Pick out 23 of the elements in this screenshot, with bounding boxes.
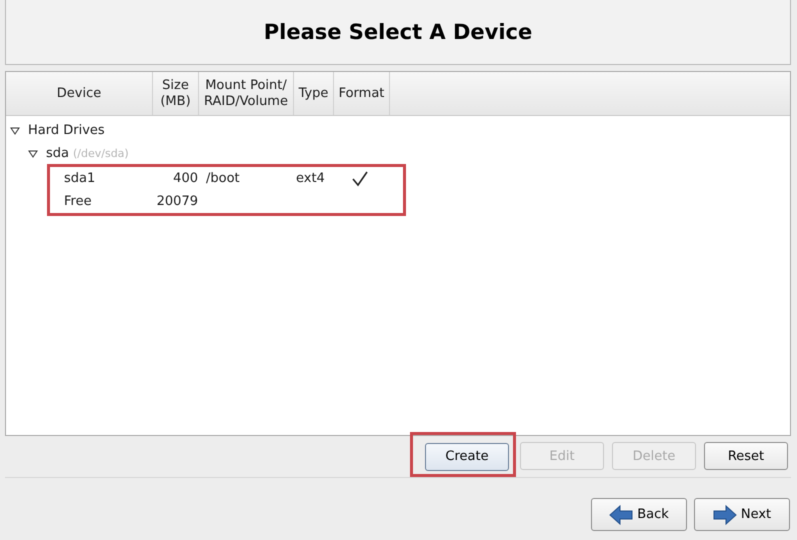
device-cell-text: Free: [63, 194, 93, 209]
action-button[interactable]: Create: [425, 442, 509, 470]
column-header[interactable]: Device: [6, 72, 153, 115]
expander-icon[interactable]: [10, 126, 20, 134]
column-header[interactable]: Size (MB): [153, 72, 199, 115]
tree-item[interactable]: sda: [46, 146, 69, 161]
tree-item[interactable]: Hard Drives: [28, 123, 105, 138]
device-path: (/dev/sda): [73, 147, 129, 160]
size-cell-text: 20079: [156, 194, 198, 209]
type-cell-text: ext4: [295, 171, 326, 186]
expander-icon[interactable]: [28, 150, 38, 158]
size-cell-text: 400: [172, 171, 198, 186]
device-cell-text: sda1: [63, 171, 96, 186]
next-button[interactable]: Next: [694, 498, 790, 531]
page-title: Please Select A Device: [264, 20, 532, 44]
left-arrow-icon: [609, 504, 634, 524]
column-header[interactable]: Format: [334, 72, 390, 115]
column-header[interactable]: Type: [294, 72, 334, 115]
action-button[interactable]: Reset: [704, 442, 788, 470]
column-header[interactable]: Mount Point/ RAID/Volume: [199, 72, 294, 115]
back-button[interactable]: Back: [591, 498, 687, 531]
right-arrow-icon: [712, 504, 737, 524]
mount-cell-text: /boot: [205, 171, 241, 186]
